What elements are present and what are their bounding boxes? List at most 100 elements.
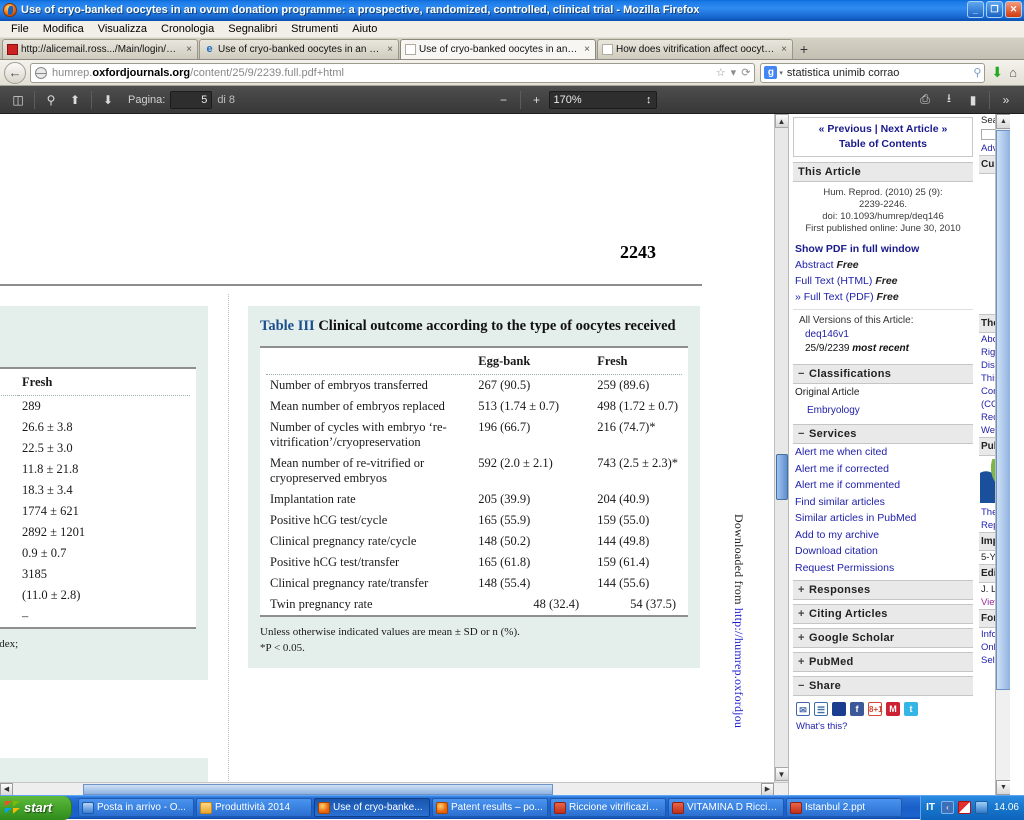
search-input[interactable]: statistica unimib corrao [787, 67, 973, 79]
pdf-horizontal-scrollbar[interactable]: ◀ ▶ [0, 782, 788, 795]
find-icon[interactable]: ⚲ [39, 89, 63, 111]
clock[interactable]: 14.06 [994, 802, 1019, 813]
table-of-contents-link[interactable]: Table of Contents [839, 138, 927, 150]
network-icon[interactable] [975, 801, 988, 814]
pdf-hscroll-thumb[interactable] [83, 784, 553, 795]
sidebar-toggle-icon[interactable]: ◫ [6, 89, 30, 111]
tab-close-icon[interactable]: × [387, 44, 393, 55]
collapse-minus-icon[interactable]: − [798, 428, 809, 440]
scroll-down-arrow-icon[interactable]: ▼ [996, 780, 1010, 795]
share-heading[interactable]: −Share [793, 676, 973, 696]
zoom-spinner-icon[interactable]: ↕ [646, 94, 652, 106]
home-icon[interactable]: ⌂ [1009, 65, 1017, 80]
maximize-button[interactable]: ❐ [986, 1, 1003, 18]
minimize-button[interactable]: _ [967, 1, 984, 18]
download-icon[interactable]: ⭳ [937, 89, 961, 111]
page-number-input[interactable]: 5 [170, 91, 212, 109]
full-text-pdf-link[interactable]: Full Text (PDF) [804, 291, 874, 303]
menu-item-aiuto[interactable]: Aiuto [345, 23, 384, 35]
zoom-select[interactable]: 170% ↕ [549, 91, 657, 109]
scroll-right-arrow-icon[interactable]: ▶ [761, 783, 774, 796]
service-similar-articles-pubmed[interactable]: Similar articles in PubMed [793, 510, 973, 527]
facebook-icon[interactable]: f [850, 702, 864, 716]
browser-tab-4[interactable]: How does vitrification affect oocyte via… [597, 39, 793, 59]
service-add-to-my-archive[interactable]: Add to my archive [793, 527, 973, 544]
collapse-minus-icon[interactable]: − [798, 368, 809, 380]
scroll-left-arrow-icon[interactable]: ◀ [0, 783, 13, 796]
menu-item-modifica[interactable]: Modifica [36, 23, 91, 35]
zoom-in-button[interactable]: + [525, 89, 549, 111]
reload-icon[interactable]: ⟳ [741, 66, 750, 79]
tab-close-icon[interactable]: × [186, 44, 192, 55]
bookmark-star-icon[interactable]: ☆ [716, 66, 726, 79]
back-button[interactable]: ← [4, 62, 26, 84]
next-article-link[interactable]: Next Article » [881, 123, 948, 135]
taskbar-item-ppt-vitamina[interactable]: VITAMINA D Riccio... [668, 798, 784, 817]
menu-item-segnalibri[interactable]: Segnalibri [221, 23, 284, 35]
responses-heading[interactable]: +Responses [793, 580, 973, 600]
search-icon[interactable]: ⚲ [973, 66, 981, 79]
service-alert-me-if-corrected[interactable]: Alert me if corrected [793, 461, 973, 478]
full-text-html-link-row[interactable]: Full Text (HTML) Free [793, 273, 973, 289]
scroll-down-arrow-icon[interactable]: ▼ [775, 767, 789, 781]
previous-page-icon[interactable]: ⬆ [63, 89, 87, 111]
list-icon[interactable]: ☰ [814, 702, 828, 716]
google-search-engine-icon[interactable]: g [764, 66, 777, 79]
service-request-permissions[interactable]: Request Permissions [793, 560, 973, 577]
abstract-link[interactable]: Abstract [795, 259, 834, 271]
taskbar-item-firefox-patent[interactable]: Patent results – po... [432, 798, 548, 817]
pubmed-heading[interactable]: +PubMed [793, 652, 973, 672]
taskbar-item-folder[interactable]: Produttività 2014 [196, 798, 312, 817]
tab-close-icon[interactable]: × [781, 44, 787, 55]
previous-article-link[interactable]: « Previous [819, 123, 872, 135]
scroll-up-arrow-icon[interactable]: ▲ [996, 114, 1010, 129]
googleplus-icon[interactable]: 8+1 [868, 702, 882, 716]
chevron-down-icon[interactable]: ▾ [731, 66, 737, 79]
downloads-icon[interactable]: ⬇ [991, 64, 1003, 81]
language-indicator[interactable]: IT [926, 802, 935, 813]
classifications-heading[interactable]: −Classifications [793, 364, 973, 384]
whats-this-link[interactable]: What's this? [793, 718, 973, 735]
browser-tab-1[interactable]: http://alicemail.ross.../Main/login/SSOL… [2, 39, 198, 59]
next-page-icon[interactable]: ⬇ [96, 89, 120, 111]
google-scholar-heading[interactable]: +Google Scholar [793, 628, 973, 648]
pdf-vertical-scrollbar[interactable]: ▲ ▼ [774, 114, 788, 795]
menu-item-file[interactable]: File [4, 23, 36, 35]
more-tools-icon[interactable]: » [994, 89, 1018, 111]
page-scroll-thumb[interactable] [996, 130, 1010, 690]
taskbar-item-firefox-active[interactable]: Use of cryo-banke... [314, 798, 430, 817]
service-alert-me-when-cited[interactable]: Alert me when cited [793, 444, 973, 461]
menu-item-visualizza[interactable]: Visualizza [91, 23, 154, 35]
taskbar-item-ppt-riccione[interactable]: Riccione vitrificazio... [550, 798, 666, 817]
taskbar-item-outlook[interactable]: Posta in arrivo - O... [78, 798, 194, 817]
page-vertical-scrollbar[interactable]: ▲ ▼ [995, 114, 1010, 795]
abstract-link-row[interactable]: Abstract Free [793, 257, 973, 273]
tab-close-icon[interactable]: × [584, 44, 590, 55]
menu-item-cronologia[interactable]: Cronologia [154, 23, 221, 35]
full-text-pdf-link-row[interactable]: » Full Text (PDF) Free [793, 289, 973, 305]
close-button[interactable]: ✕ [1005, 1, 1022, 18]
version-link-deq146v1[interactable]: deq146v1 [799, 328, 971, 342]
new-tab-button[interactable]: + [794, 39, 814, 59]
twitter-icon[interactable]: t [904, 702, 918, 716]
antivirus-icon[interactable] [958, 801, 971, 814]
scroll-up-arrow-icon[interactable]: ▲ [775, 114, 789, 128]
browser-tab-2[interactable]: e Use of cryo-banked oocytes in an ovum … [199, 39, 399, 59]
citing-articles-heading[interactable]: +Citing Articles [793, 604, 973, 624]
services-heading[interactable]: −Services [793, 424, 973, 444]
search-bar[interactable]: g ▾ statistica unimib corrao ⚲ [760, 63, 985, 83]
expand-plus-icon[interactable]: + [798, 608, 809, 620]
print-icon[interactable]: ⎙ [913, 89, 937, 111]
expand-plus-icon[interactable]: + [798, 632, 809, 644]
show-hidden-icons-icon[interactable]: ‹ [941, 801, 954, 814]
chevron-down-icon[interactable]: ▾ [779, 69, 783, 77]
menu-item-strumenti[interactable]: Strumenti [284, 23, 345, 35]
mail-icon[interactable]: ✉ [796, 702, 810, 716]
browser-tab-3-active[interactable]: Use of cryo-banked oocytes in an ovum ..… [400, 39, 596, 59]
mendeley-icon[interactable]: M [886, 702, 900, 716]
collapse-minus-icon[interactable]: − [798, 680, 809, 692]
pdf-scroll-thumb[interactable] [776, 454, 788, 500]
zoom-out-button[interactable]: − [492, 89, 516, 111]
full-text-html-link[interactable]: Full Text (HTML) [795, 275, 872, 287]
show-pdf-full-window-link[interactable]: Show PDF in full window [793, 239, 973, 257]
